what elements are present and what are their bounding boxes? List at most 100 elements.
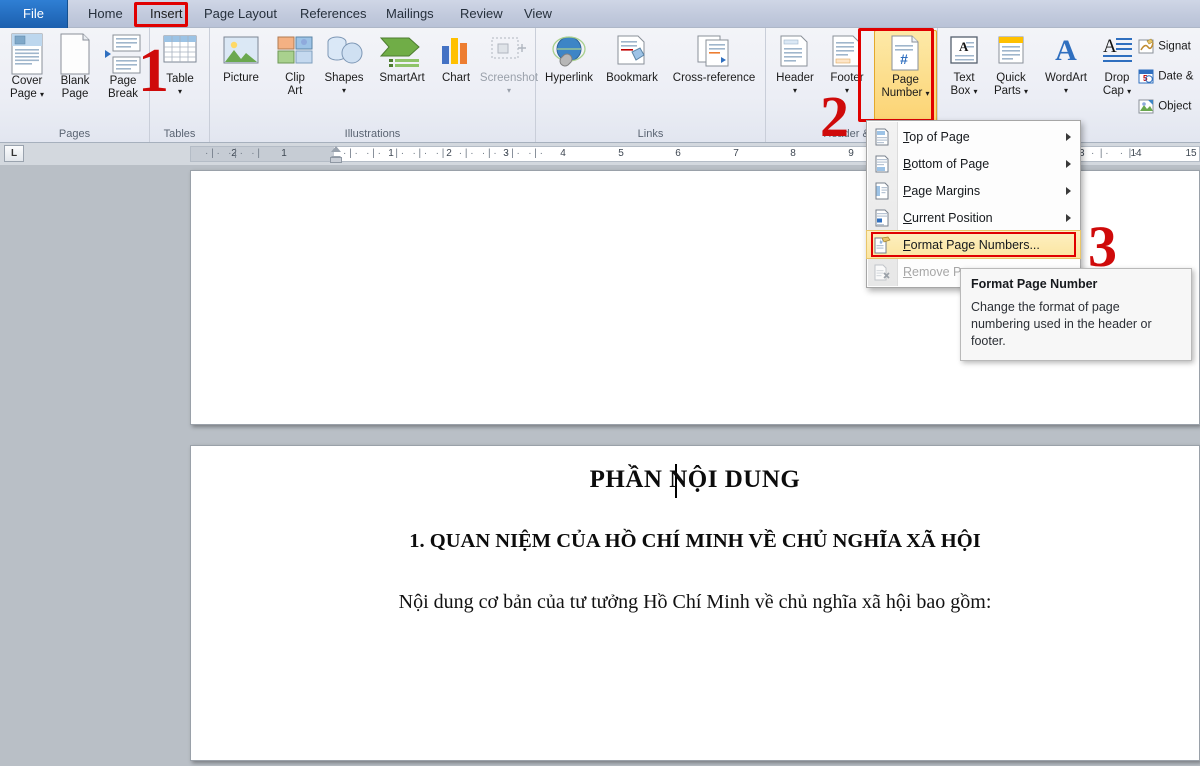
menu-item-current-position[interactable]: Current Position [867, 204, 1080, 231]
page-number-button[interactable]: # Page Number ▾ [874, 34, 937, 100]
tooltip-title: Format Page Number [971, 277, 1181, 291]
cross-reference-button[interactable]: Cross-reference [664, 34, 764, 85]
page-margins-icon [867, 182, 897, 200]
cover-page-label-2: Page ▾ [3, 88, 51, 102]
tooltip: Format Page Number Change the format of … [960, 268, 1192, 361]
clip-art-label-1: Clip [272, 72, 318, 85]
tab-home-label: Home [88, 6, 123, 21]
screenshot-caret-icon: ▾ [478, 85, 540, 98]
cover-page-icon [9, 33, 45, 75]
tab-references[interactable]: References [288, 0, 378, 28]
tab-stop-selector[interactable]: L [4, 145, 24, 162]
group-label-illustrations: Illustrations [210, 128, 535, 140]
footer-icon [828, 34, 866, 72]
footer-button[interactable]: Footer ▾ [821, 34, 873, 97]
table-icon [161, 33, 199, 73]
page-number-dropdown-menu[interactable]: Top of Page Bottom of Page Page Margins … [866, 120, 1081, 288]
tab-review-label: Review [460, 6, 503, 21]
clip-art-icon [275, 34, 315, 72]
page-top-icon [867, 128, 897, 146]
date-time-label: Date & [1158, 71, 1193, 83]
menu-item-label: Current Position [897, 211, 993, 225]
menu-item-label: Remove P [897, 265, 961, 279]
blank-page-button[interactable]: Blank Page [52, 33, 98, 100]
smartart-button[interactable]: SmartArt [370, 34, 434, 85]
cross-reference-label: Cross-reference [664, 72, 764, 85]
tab-home[interactable]: Home [76, 0, 135, 28]
format-page-numbers-icon: # [867, 236, 897, 254]
menu-item-format-page-numbers[interactable]: # Format Page Numbers... [867, 231, 1080, 258]
tab-stop-label: L [11, 148, 17, 159]
menu-item-label: Top of Page [897, 130, 970, 144]
signature-line-button[interactable]: Signat [1138, 38, 1191, 55]
drop-cap-caret-icon: ▾ [1127, 87, 1131, 96]
current-position-icon [867, 209, 897, 227]
text-box-label-1: Text [943, 72, 985, 85]
hyperlink-icon [549, 34, 589, 72]
footer-caret-icon: ▾ [821, 85, 873, 98]
shapes-icon [323, 34, 365, 72]
tab-review[interactable]: Review [448, 0, 515, 28]
tab-mailings-label: Mailings [386, 6, 434, 21]
quick-parts-button[interactable]: Quick Parts ▾ [985, 34, 1037, 98]
header-button[interactable]: Header ▾ [769, 34, 821, 97]
tab-file[interactable]: File [0, 0, 68, 28]
menu-item-page-margins[interactable]: Page Margins [867, 177, 1080, 204]
picture-button[interactable]: Picture [212, 34, 270, 85]
document-page-2[interactable]: PHẦN NỘI DUNG 1. QUAN NIỆM CỦA HỒ CHÍ MI… [190, 445, 1200, 761]
wordart-button[interactable]: A WordArt ▾ [1037, 34, 1095, 97]
left-indent-marker[interactable] [330, 157, 342, 163]
ribbon-group-illustrations: Picture Clip Art [210, 28, 536, 142]
document-heading-2: 1. QUAN NIỆM CỦA HỒ CHÍ MINH VỀ CHỦ NGHĨ… [191, 530, 1199, 553]
page-break-button[interactable]: Page Break [99, 33, 147, 100]
page-break-label-1: Page [99, 75, 147, 88]
menu-item-bottom-of-page[interactable]: Bottom of Page [867, 150, 1080, 177]
bookmark-label: Bookmark [600, 72, 664, 85]
hyperlink-button[interactable]: Hyperlink [538, 34, 600, 85]
tab-file-label: File [23, 6, 44, 21]
cover-page-button[interactable]: Cover Page ▾ [3, 33, 51, 101]
word-window: File Home Insert Page Layout References … [0, 0, 1200, 766]
cover-page-label-1: Cover [3, 75, 51, 88]
table-button[interactable]: Table ▾ [153, 33, 207, 98]
quick-parts-caret-icon: ▾ [1024, 87, 1028, 96]
date-time-icon: 5 [1138, 68, 1155, 85]
bookmark-button[interactable]: Bookmark [600, 34, 664, 85]
chart-button[interactable]: Chart [434, 34, 478, 85]
cover-page-caret-icon: ▾ [40, 90, 44, 99]
smartart-icon [379, 34, 425, 72]
menu-item-top-of-page[interactable]: Top of Page [867, 123, 1080, 150]
tab-page-layout[interactable]: Page Layout [192, 0, 289, 28]
footer-label: Footer [821, 72, 873, 85]
cross-reference-icon [694, 34, 734, 72]
screenshot-button: Screenshot ▾ [478, 34, 540, 97]
tab-view[interactable]: View [512, 0, 564, 28]
signature-icon [1138, 38, 1155, 55]
shapes-button[interactable]: Shapes ▾ [318, 34, 370, 97]
wordart-label: WordArt [1037, 72, 1095, 85]
tab-mailings[interactable]: Mailings [374, 0, 446, 28]
group-label-links: Links [536, 128, 765, 140]
clip-art-button[interactable]: Clip Art [272, 34, 318, 97]
quick-parts-icon [994, 34, 1028, 72]
shapes-caret-icon: ▾ [318, 85, 370, 98]
object-button[interactable]: Object [1138, 98, 1191, 115]
date-time-button[interactable]: 5 Date & [1138, 68, 1193, 85]
quick-parts-label-2: Parts ▾ [985, 85, 1037, 99]
submenu-arrow-icon [1066, 214, 1071, 222]
tab-insert[interactable]: Insert [138, 0, 195, 28]
first-line-indent-marker[interactable] [331, 146, 341, 152]
wordart-caret-icon: ▾ [1037, 85, 1095, 98]
header-caret-icon: ▾ [769, 85, 821, 98]
document-paragraph: Nội dung cơ bản của tư tưởng Hồ Chí Minh… [191, 591, 1199, 614]
tab-references-label: References [300, 6, 366, 21]
ribbon-tabbar: File Home Insert Page Layout References … [0, 0, 1200, 28]
chart-icon [437, 34, 475, 72]
drop-cap-button[interactable]: A Drop Cap ▾ [1095, 34, 1139, 98]
signature-label: Signat [1158, 41, 1191, 53]
table-label: Table [153, 73, 207, 86]
text-box-button[interactable]: A Text Box ▾ [943, 34, 985, 98]
chart-label: Chart [434, 72, 478, 85]
group-label-pages: Pages [0, 128, 149, 140]
page-break-label-2: Break [99, 88, 147, 101]
